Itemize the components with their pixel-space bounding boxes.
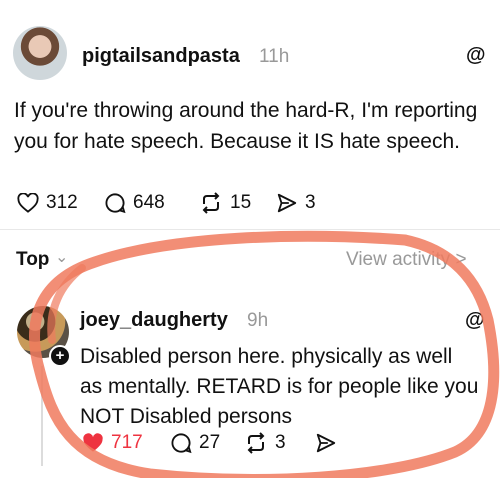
send-icon — [277, 193, 297, 213]
comment-icon — [171, 433, 192, 454]
chevron-down-icon[interactable]: ⌄ — [55, 247, 68, 267]
reply-timestamp: 9h — [247, 310, 269, 331]
repost-icon — [247, 432, 265, 454]
threads-logo-icon: @ — [465, 309, 485, 331]
reply-reply-count: 27 — [199, 432, 221, 453]
like-action[interactable]: 312 — [17, 192, 78, 214]
heart-filled-icon — [83, 433, 103, 452]
reply-author-username[interactable]: joey_daugherty — [80, 309, 228, 332]
reply-text: Disabled person here. physically as well… — [80, 345, 479, 428]
reply-share-action[interactable] — [315, 432, 337, 454]
reply-like-action[interactable]: 717 — [82, 432, 143, 454]
post-text: If you're throwing around the hard-R, I'… — [14, 99, 478, 153]
reply-repost-action[interactable]: 3 — [244, 432, 286, 454]
reply-count: 648 — [133, 192, 165, 213]
share-count: 3 — [305, 192, 316, 213]
share-action[interactable]: 3 — [276, 192, 316, 214]
repost-action[interactable]: 15 — [199, 192, 251, 214]
reply-like-count: 717 — [111, 432, 143, 453]
threads-logo-icon: @ — [466, 44, 486, 66]
thread-line — [41, 366, 43, 466]
repost-icon — [202, 192, 220, 214]
reply-reply-action[interactable]: 27 — [170, 432, 220, 454]
author-avatar[interactable] — [13, 26, 67, 80]
repost-count: 15 — [230, 192, 252, 213]
author-username[interactable]: pigtailsandpasta — [82, 45, 240, 68]
sort-selector[interactable]: Top — [16, 249, 49, 271]
section-divider — [0, 229, 500, 230]
like-count: 312 — [46, 192, 78, 213]
view-activity-link[interactable]: View activity > — [346, 249, 467, 271]
comment-icon — [105, 193, 126, 214]
reply-action[interactable]: 648 — [104, 192, 165, 214]
reply-repost-count: 3 — [275, 432, 286, 453]
follow-plus-icon[interactable]: + — [49, 345, 71, 367]
send-icon — [316, 433, 336, 453]
post-timestamp: 11h — [259, 46, 290, 67]
heart-icon — [17, 193, 39, 213]
